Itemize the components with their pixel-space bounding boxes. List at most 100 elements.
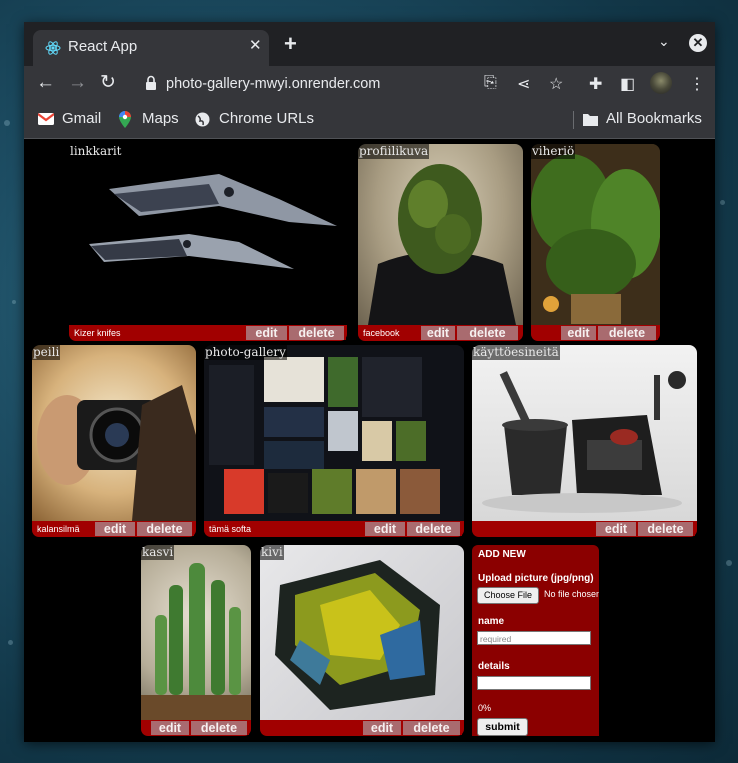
cactus-image (141, 563, 251, 720)
card-title: linkkarit (69, 144, 123, 159)
card-details: Kizer knifes (74, 328, 121, 338)
delete-button[interactable]: delete (457, 326, 520, 340)
edit-button[interactable]: edit (95, 522, 137, 536)
tab-react-app[interactable]: React App ✕ (33, 30, 269, 66)
gallery-card: profiilikuva facebook edit delete (358, 144, 523, 341)
card-title: photo-gallery (204, 345, 287, 360)
forward-button[interactable]: → (68, 73, 87, 93)
bookmark-star-icon[interactable]: ☆ (549, 74, 563, 94)
gallery-card: peili kalansilmä edit delete (32, 345, 196, 537)
edit-button[interactable]: edit (363, 721, 403, 735)
edit-button[interactable]: edit (151, 721, 191, 735)
card-footer: edit delete (141, 720, 251, 736)
gmail-icon (38, 113, 54, 125)
window-close-button[interactable]: ✕ (689, 34, 707, 52)
photo-labradorite-stone[interactable] (260, 545, 464, 720)
wallpaper-speck (12, 300, 16, 304)
photo-mirror-selfie[interactable] (32, 345, 196, 521)
share-icon[interactable]: ⋖ (517, 74, 530, 94)
menu-kebab-icon[interactable]: ⋮ (689, 74, 705, 94)
plant-head-image (368, 164, 516, 325)
bookmark-all-bookmarks[interactable]: All Bookmarks (606, 110, 702, 127)
address-bar[interactable]: photo-gallery-mwyi.onrender.com (166, 76, 380, 92)
card-footer: kalansilmä edit delete (32, 521, 196, 537)
card-title: profiilikuva (358, 144, 430, 159)
delete-button[interactable]: delete (638, 522, 695, 536)
bookmark-chrome-urls[interactable]: Chrome URLs (219, 110, 314, 127)
photo-knives[interactable] (69, 144, 347, 325)
profile-avatar[interactable] (650, 72, 672, 94)
lock-icon[interactable] (145, 75, 157, 91)
gallery-card: kasvi edit delete (141, 545, 251, 736)
knives-image (89, 174, 337, 269)
edit-button[interactable]: edit (596, 522, 638, 536)
houseplants-image (531, 144, 660, 325)
card-footer: edit delete (531, 325, 660, 341)
monitor-screenshot-image (204, 345, 464, 521)
photo-screen[interactable] (204, 345, 464, 521)
navigation-toolbar: ← → ↻ photo-gallery-mwyi.onrender.com ⎘ … (24, 66, 715, 102)
gallery-card: linkkarit Kizer knifes edit delete (69, 144, 347, 341)
details-input[interactable] (477, 676, 591, 690)
card-footer: facebook edit delete (358, 325, 523, 341)
maps-pin-icon (119, 111, 131, 128)
card-title: viheriö (531, 144, 576, 159)
camera-selfie-image (37, 385, 196, 521)
add-new-form: ADD NEW Upload picture (jpg/png) Choose … (472, 545, 599, 736)
card-title: kasvi (141, 545, 175, 560)
card-title: käyttöesineitä (472, 345, 560, 360)
gallery-card: photo-gallery tämä softa edit delete (204, 345, 464, 537)
reload-button[interactable]: ↻ (100, 73, 116, 93)
extensions-puzzle-icon[interactable]: ✚ (589, 74, 602, 94)
gallery-card: viheriö edit delete (531, 144, 660, 341)
bookmark-gmail[interactable]: Gmail (62, 110, 101, 127)
bookmark-maps[interactable]: Maps (142, 110, 179, 127)
back-button[interactable]: ← (36, 73, 55, 93)
gallery-page: linkkarit Kizer knifes edit delete profi… (24, 139, 715, 742)
card-details: kalansilmä (37, 524, 80, 534)
gallery-card: kivi edit delete (260, 545, 464, 736)
details-label: details (478, 661, 510, 672)
edit-button[interactable]: edit (561, 326, 598, 340)
card-title: kivi (260, 545, 284, 560)
card-title: peili (32, 345, 61, 360)
tab-strip: React App ✕ + ⌄ ✕ (24, 22, 715, 66)
tab-search-chevron-icon[interactable]: ⌄ (658, 33, 670, 50)
new-tab-button[interactable]: + (284, 31, 297, 57)
delete-button[interactable]: delete (403, 721, 462, 735)
choose-file-button[interactable]: Choose File (477, 587, 539, 604)
photo-profile[interactable] (358, 144, 523, 325)
tab-title: React App (68, 38, 138, 55)
photo-mortar-grinder[interactable] (472, 345, 697, 521)
react-icon (45, 41, 61, 55)
tab-close-icon[interactable]: ✕ (249, 36, 262, 54)
wallpaper-speck (4, 120, 10, 126)
submit-button[interactable]: submit (477, 718, 528, 736)
name-label: name (478, 616, 505, 627)
delete-button[interactable]: delete (289, 326, 346, 340)
photo-cactus[interactable] (141, 545, 251, 720)
side-panel-icon[interactable]: ◧ (620, 74, 635, 94)
delete-button[interactable]: delete (598, 326, 658, 340)
name-input[interactable]: required (477, 631, 591, 645)
card-footer: edit delete (260, 720, 464, 736)
upload-progress: 0% (478, 703, 492, 713)
delete-button[interactable]: delete (191, 721, 249, 735)
add-new-heading: ADD NEW (478, 549, 526, 560)
edit-button[interactable]: edit (246, 326, 289, 340)
delete-button[interactable]: delete (137, 522, 194, 536)
delete-button[interactable]: delete (407, 522, 462, 536)
install-app-icon[interactable]: ⎘ (484, 74, 497, 92)
wallpaper-speck (720, 200, 725, 205)
card-footer: edit delete (472, 521, 697, 537)
edit-button[interactable]: edit (421, 326, 457, 340)
card-footer: Kizer knifes edit delete (69, 325, 347, 341)
folder-icon (583, 114, 598, 126)
gallery-card: käyttöesineitä edit delete (472, 345, 697, 537)
globe-icon (195, 112, 210, 127)
photo-plants[interactable] (531, 144, 660, 325)
stone-image (275, 560, 440, 710)
wallpaper-speck (8, 640, 13, 645)
card-details: tämä softa (209, 524, 252, 534)
edit-button[interactable]: edit (365, 522, 407, 536)
